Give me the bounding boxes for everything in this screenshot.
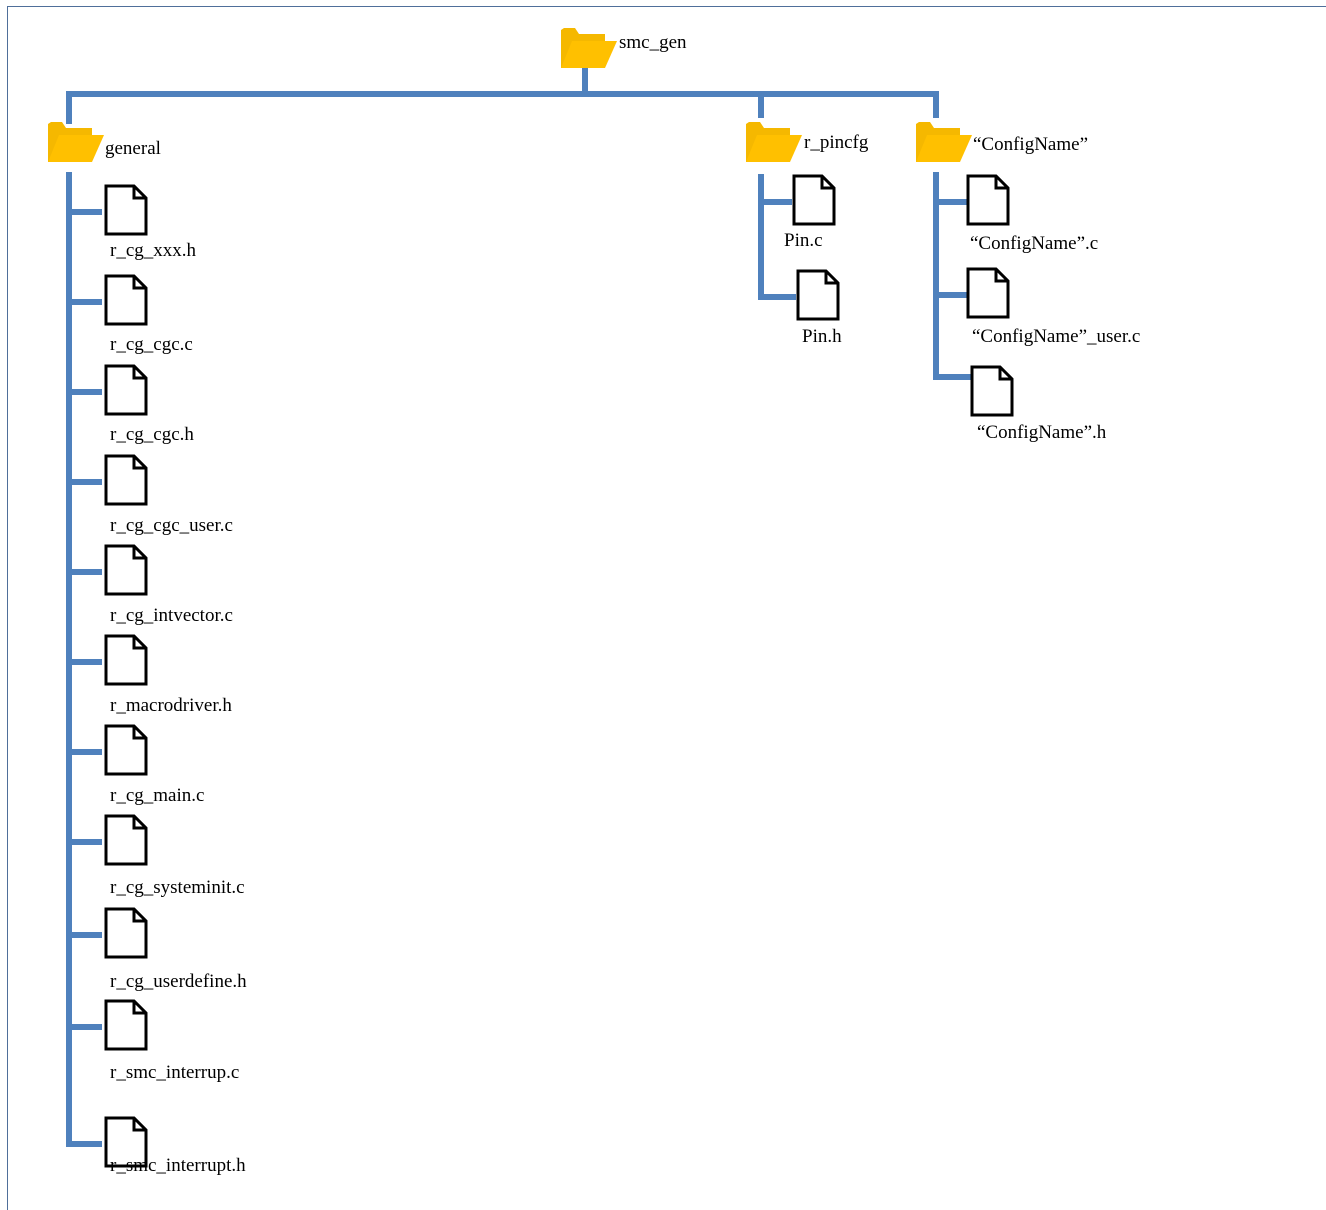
general-file-label: r_cg_cgc_user.c bbox=[110, 515, 233, 536]
configname-file-label: “ConfigName”_user.c bbox=[972, 326, 1140, 347]
file-icon bbox=[104, 999, 148, 1051]
general-file-label: r_cg_cgc.c bbox=[110, 334, 193, 355]
general-file-label: r_macrodriver.h bbox=[110, 695, 232, 716]
general-file-label: r_cg_userdefine.h bbox=[110, 971, 247, 992]
configname-folder-icon bbox=[916, 122, 972, 162]
general-folder-label: general bbox=[105, 138, 161, 159]
file-icon bbox=[104, 907, 148, 959]
file-icon bbox=[104, 454, 148, 506]
configname-file-label: “ConfigName”.c bbox=[970, 233, 1098, 254]
file-icon bbox=[970, 365, 1014, 417]
file-icon bbox=[796, 269, 840, 321]
pincfg-file-label: Pin.h bbox=[802, 326, 842, 347]
file-icon bbox=[966, 267, 1010, 319]
general-file-label: r_cg_intvector.c bbox=[110, 605, 233, 626]
pincfg-folder-label: r_pincfg bbox=[804, 132, 869, 153]
file-icon bbox=[104, 814, 148, 866]
file-icon bbox=[104, 364, 148, 416]
general-file-label: r_cg_cgc.h bbox=[110, 424, 194, 445]
general-file-label: r_cg_xxx.h bbox=[110, 240, 197, 261]
file-icon bbox=[104, 634, 148, 686]
general-file-label: r_smc_interrupt.h bbox=[110, 1155, 246, 1176]
file-icon bbox=[966, 174, 1010, 226]
general-file-label: r_cg_systeminit.c bbox=[110, 877, 245, 898]
general-file-label: r_smc_interrup.c bbox=[110, 1062, 239, 1083]
file-icon bbox=[104, 184, 148, 236]
general-file-label: r_cg_main.c bbox=[110, 785, 204, 806]
root-folder-icon bbox=[561, 28, 617, 68]
configname-folder-label: “ConfigName” bbox=[973, 134, 1088, 155]
diagram-canvas: smc_gengeneral r_cg_xxx.h r_cg_cgc.c r_cg_c… bbox=[0, 0, 1326, 1210]
configname-file-label: “ConfigName”.h bbox=[977, 422, 1107, 443]
general-folder-icon bbox=[48, 122, 104, 162]
file-icon bbox=[792, 174, 836, 226]
root-folder-label: smc_gen bbox=[619, 32, 687, 53]
folder-tree-diagram: smc_gengeneral r_cg_xxx.h r_cg_cgc.c r_cg_c… bbox=[48, 28, 1140, 1176]
file-icon bbox=[104, 544, 148, 596]
pincfg-folder-icon bbox=[746, 122, 802, 162]
pincfg-file-label: Pin.c bbox=[784, 230, 823, 251]
file-icon bbox=[104, 724, 148, 776]
file-icon bbox=[104, 274, 148, 326]
